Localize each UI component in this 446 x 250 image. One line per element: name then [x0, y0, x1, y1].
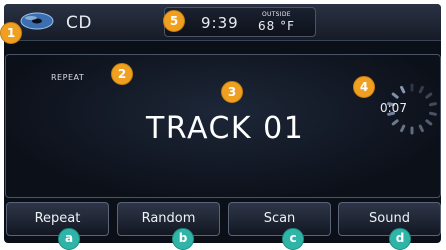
scan-button[interactable]: Scan	[228, 202, 331, 236]
disc-icon[interactable]	[20, 12, 54, 30]
callout-2: 2	[111, 63, 133, 85]
callout-4: 4	[353, 76, 375, 98]
outside-label: OUTSIDE	[262, 11, 291, 18]
clock-temp-panel: 9:39 OUTSIDE 68 °F	[164, 7, 316, 37]
random-button[interactable]: Random	[117, 202, 220, 236]
callout-b: b	[172, 228, 194, 250]
progress-ring-segment	[418, 85, 424, 94]
progress-ring-segment	[425, 119, 433, 126]
callout-a: a	[58, 228, 80, 250]
progress-ring-segment	[429, 102, 437, 107]
callout-1: 1	[0, 22, 22, 44]
source-label[interactable]: CD	[66, 13, 92, 33]
progress-ring-segment	[429, 111, 437, 116]
track-label: TRACK 01	[146, 111, 305, 146]
callout-3: 3	[221, 81, 243, 103]
progress-ring-segment	[425, 92, 433, 99]
elapsed-time: 0:07	[380, 101, 407, 115]
repeat-button[interactable]: Repeat	[6, 202, 109, 236]
progress-ring-segment	[391, 92, 399, 99]
now-playing-panel: REPEAT TRACK 01 0:07	[5, 54, 441, 198]
repeat-status: REPEAT	[51, 73, 85, 82]
status-bar: CD 9:39 OUTSIDE 68 °F	[4, 4, 441, 41]
progress-ring-segment	[400, 85, 406, 94]
audio-screen: CD 9:39 OUTSIDE 68 °F REPEAT TRACK 01 0:…	[4, 4, 441, 243]
sound-button[interactable]: Sound	[338, 202, 441, 236]
outside-temperature: 68 °F	[258, 19, 295, 33]
callout-c: c	[282, 228, 304, 250]
callout-5: 5	[163, 10, 185, 32]
progress-ring-segment	[418, 124, 424, 133]
progress-ring-segment	[391, 119, 399, 126]
callout-d: d	[389, 228, 411, 250]
clock: 9:39	[201, 14, 239, 32]
progress-ring-segment	[400, 124, 406, 133]
